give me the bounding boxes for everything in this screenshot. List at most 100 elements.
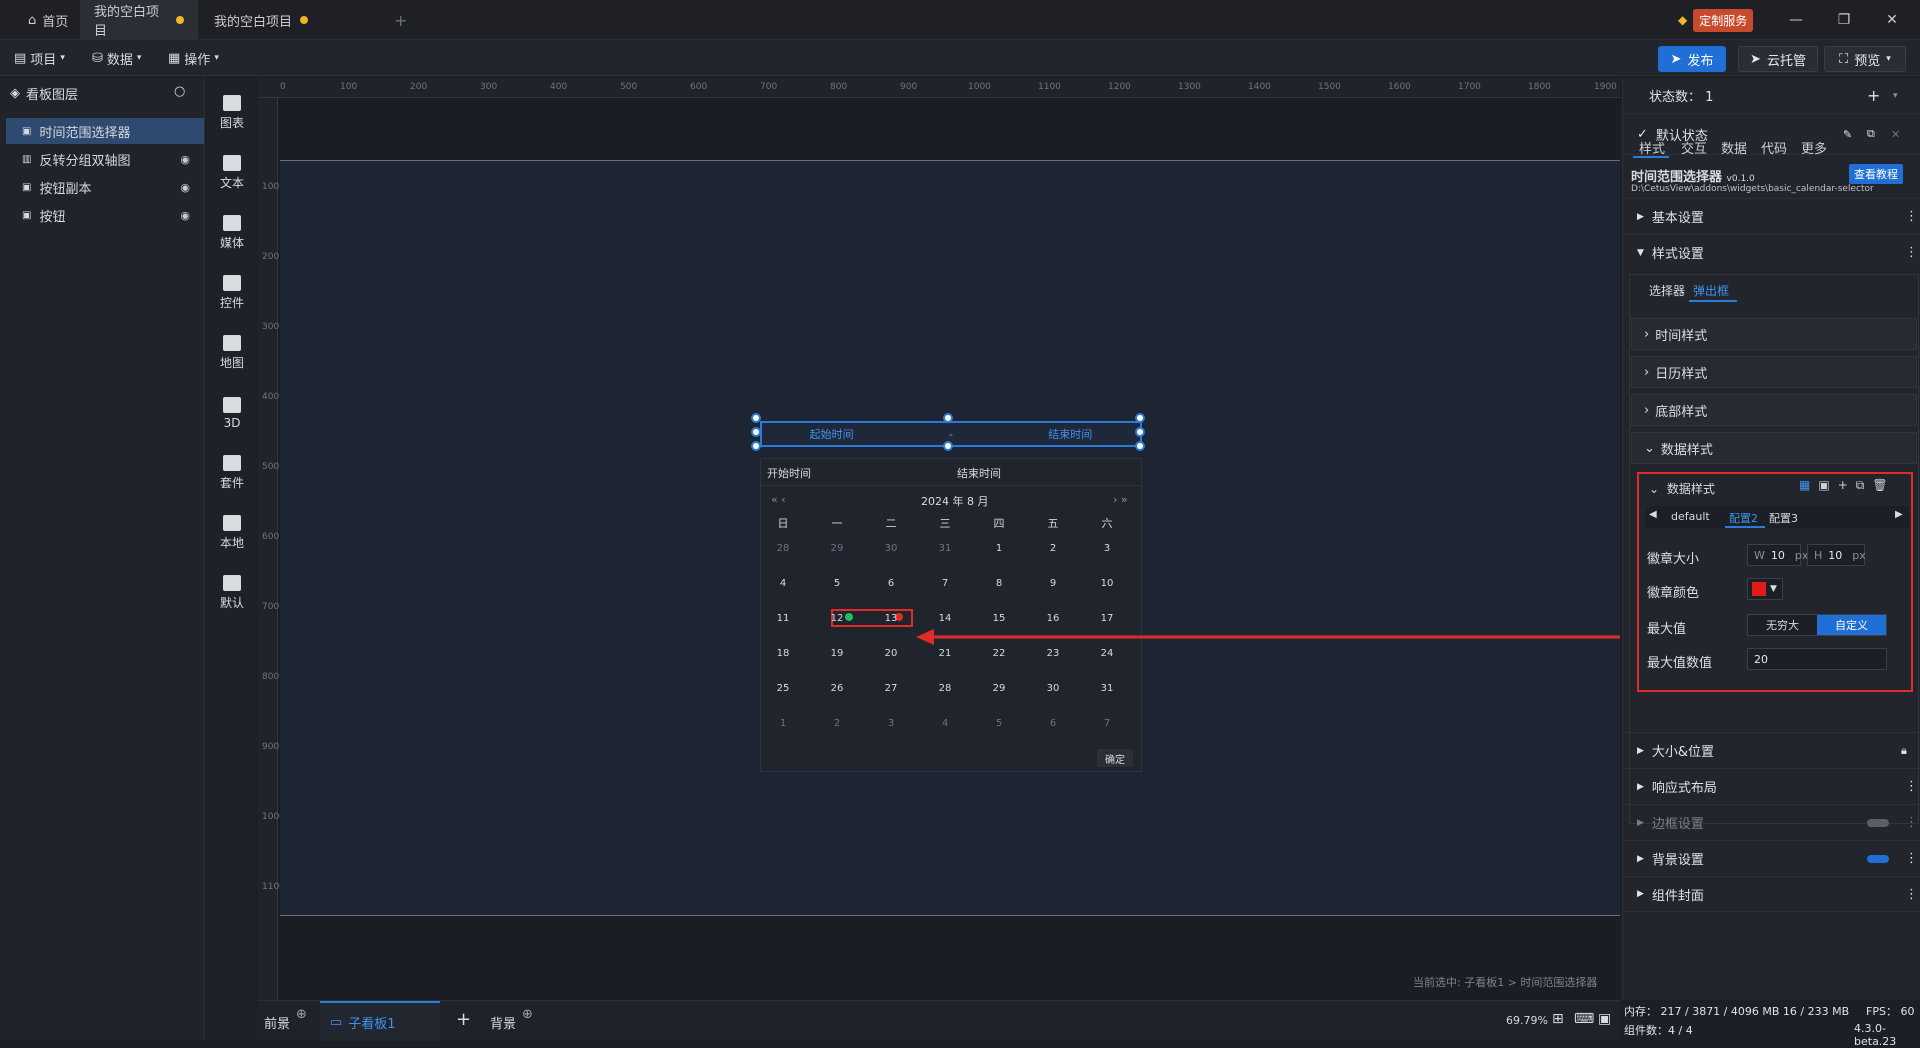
add-circle-icon[interactable]: ⊕ bbox=[522, 1007, 533, 1022]
eye-icon[interactable]: ◉ bbox=[180, 209, 190, 222]
layer-item[interactable]: ▣ 按钮 ◉ bbox=[6, 202, 204, 228]
day-cell[interactable]: 28 bbox=[930, 683, 960, 694]
edit-icon[interactable]: ✎ bbox=[1843, 128, 1852, 141]
day-cell[interactable]: 18 bbox=[768, 648, 798, 659]
prev-year-icon[interactable]: « ‹ bbox=[771, 493, 786, 506]
day-cell[interactable]: 30 bbox=[876, 543, 906, 554]
caret-right-icon[interactable]: ▶ bbox=[1895, 509, 1903, 520]
day-cell[interactable]: 25 bbox=[768, 683, 798, 694]
tab-background[interactable]: 背景 bbox=[490, 1013, 516, 1032]
subtab-selector[interactable]: 选择器 bbox=[1649, 282, 1685, 299]
subtab-popup[interactable]: 弹出框 bbox=[1693, 282, 1729, 299]
badge-height-input[interactable]: H 10 px bbox=[1807, 544, 1866, 566]
strip-media[interactable]: 媒体 bbox=[207, 204, 257, 262]
caret-left-icon[interactable]: ◀ bbox=[1649, 509, 1657, 520]
layer-item[interactable]: ▣ 时间范围选择器 bbox=[6, 118, 204, 144]
background-toggle[interactable] bbox=[1867, 855, 1889, 863]
more-icon[interactable]: ⋮ bbox=[1905, 779, 1918, 794]
strip-map[interactable]: 地图 bbox=[207, 324, 257, 382]
config-tab[interactable]: 配置2 bbox=[1729, 510, 1758, 526]
day-cell[interactable]: 4 bbox=[768, 578, 798, 589]
day-cell[interactable]: 2 bbox=[1038, 543, 1068, 554]
menu-operation[interactable]: ▦ 操作 ▾ bbox=[168, 48, 219, 68]
cloud-button[interactable]: ➤ 云托管 bbox=[1738, 46, 1818, 72]
strip-text[interactable]: 文本 bbox=[207, 144, 257, 202]
section-size-position[interactable]: ▶ 大小&位置 🔒︎ bbox=[1623, 732, 1920, 768]
more-icon[interactable]: ⋮ bbox=[1905, 887, 1918, 902]
more-icon[interactable]: ⋮ bbox=[1905, 815, 1918, 830]
day-cell[interactable]: 9 bbox=[1038, 578, 1068, 589]
start-time-placeholder[interactable]: 起始时间 bbox=[810, 426, 854, 442]
resize-handle[interactable] bbox=[943, 441, 953, 451]
section-responsive[interactable]: ▶ 响应式布局 ⋮ bbox=[1623, 768, 1920, 804]
day-cell[interactable]: 29 bbox=[984, 683, 1014, 694]
tab-data[interactable]: 数据 bbox=[1721, 138, 1747, 157]
section-calendar-style[interactable]: › 日历样式 bbox=[1631, 356, 1917, 388]
day-cell[interactable]: 10 bbox=[1092, 578, 1122, 589]
section-time-style[interactable]: › 时间样式 bbox=[1631, 318, 1917, 350]
resize-handle[interactable] bbox=[1135, 427, 1145, 437]
day-cell[interactable]: 4 bbox=[930, 718, 960, 729]
end-time-placeholder[interactable]: 结束时间 bbox=[1048, 426, 1092, 442]
close-icon[interactable]: ✕ bbox=[1891, 128, 1900, 141]
preview-button[interactable]: ⛶ 预览 ▾ bbox=[1824, 46, 1906, 72]
add-tab-button[interactable]: + bbox=[380, 0, 421, 40]
minimize-icon[interactable]: — bbox=[1776, 8, 1816, 32]
chevron-down-icon[interactable]: ▾ bbox=[1893, 91, 1898, 101]
resize-handle[interactable] bbox=[1135, 441, 1145, 451]
more-icon[interactable]: ⋮ bbox=[1905, 245, 1918, 260]
day-cell[interactable]: 3 bbox=[1092, 543, 1122, 554]
day-cell[interactable]: 28 bbox=[768, 543, 798, 554]
day-cell[interactable]: 11 bbox=[768, 613, 798, 624]
add-state-icon[interactable]: + bbox=[1867, 86, 1880, 105]
strip-chart[interactable]: 图表 bbox=[207, 84, 257, 142]
resize-handle[interactable] bbox=[943, 413, 953, 423]
day-cell[interactable]: 6 bbox=[1038, 718, 1068, 729]
config-tab[interactable]: default bbox=[1671, 510, 1710, 523]
add-circle-icon[interactable]: ⊕ bbox=[296, 1007, 307, 1022]
trash-icon[interactable]: 🗑 bbox=[1872, 478, 1887, 493]
strip-kit[interactable]: 套件 bbox=[207, 444, 257, 502]
next-year-icon[interactable]: › » bbox=[1113, 493, 1128, 506]
layout-icon[interactable]: ▣ bbox=[1818, 478, 1829, 493]
confirm-button[interactable]: 确定 bbox=[1097, 749, 1133, 767]
tab-code[interactable]: 代码 bbox=[1761, 138, 1787, 157]
tab-more[interactable]: 更多 bbox=[1801, 138, 1827, 157]
badge-width-input[interactable]: W 10 px bbox=[1747, 544, 1808, 566]
day-cell[interactable]: 7 bbox=[1092, 718, 1122, 729]
tab-project-2[interactable]: 我的空白项目 bbox=[200, 0, 356, 40]
day-cell[interactable]: 2 bbox=[822, 718, 852, 729]
section-cover[interactable]: ▶ 组件封面 ⋮ bbox=[1623, 876, 1920, 912]
resize-handle[interactable] bbox=[751, 427, 761, 437]
day-cell[interactable]: 20 bbox=[876, 648, 906, 659]
strip-local[interactable]: 本地 bbox=[207, 504, 257, 562]
tab-style[interactable]: 样式 bbox=[1639, 138, 1665, 157]
tab-project-1[interactable]: 我的空白项目 bbox=[80, 0, 198, 40]
resize-handle[interactable] bbox=[1135, 413, 1145, 423]
day-cell[interactable]: 27 bbox=[876, 683, 906, 694]
tutorial-button[interactable]: 查看教程 bbox=[1849, 164, 1903, 184]
resize-handle[interactable] bbox=[751, 441, 761, 451]
copy-icon[interactable]: ⧉ bbox=[1856, 478, 1865, 493]
search-icon[interactable]: ○ bbox=[174, 84, 185, 99]
tab-home[interactable]: ⌂ 首页 bbox=[14, 0, 82, 40]
tab-board[interactable]: ▭ 子看板1 bbox=[320, 1001, 440, 1041]
day-cell[interactable]: 5 bbox=[984, 718, 1014, 729]
config-tab[interactable]: 配置3 bbox=[1769, 510, 1798, 526]
eye-icon[interactable]: ◉ bbox=[180, 181, 190, 194]
strip-control[interactable]: 控件 bbox=[207, 264, 257, 322]
section-style[interactable]: ▼ 样式设置 ⋮ bbox=[1623, 234, 1920, 270]
tab-interaction[interactable]: 交互 bbox=[1681, 138, 1707, 157]
layer-item[interactable]: ▥ 反转分组双轴图 ◉ bbox=[6, 146, 204, 172]
max-infinite-option[interactable]: 无穷大 bbox=[1748, 615, 1817, 635]
layer-item[interactable]: ▣ 按钮副本 ◉ bbox=[6, 174, 204, 200]
table-icon[interactable]: ▦ bbox=[1799, 478, 1810, 493]
terminal-icon[interactable]: ▣ bbox=[1598, 1011, 1611, 1027]
day-cell[interactable]: 13 bbox=[876, 613, 906, 624]
strip-3d[interactable]: 3D bbox=[207, 384, 257, 442]
day-cell[interactable]: 6 bbox=[876, 578, 906, 589]
copy-icon[interactable]: ⧉ bbox=[1867, 127, 1875, 141]
day-cell[interactable]: 1 bbox=[984, 543, 1014, 554]
strip-default[interactable]: 默认 bbox=[207, 564, 257, 622]
section-basic[interactable]: ▶ 基本设置 ⋮ bbox=[1623, 198, 1920, 234]
